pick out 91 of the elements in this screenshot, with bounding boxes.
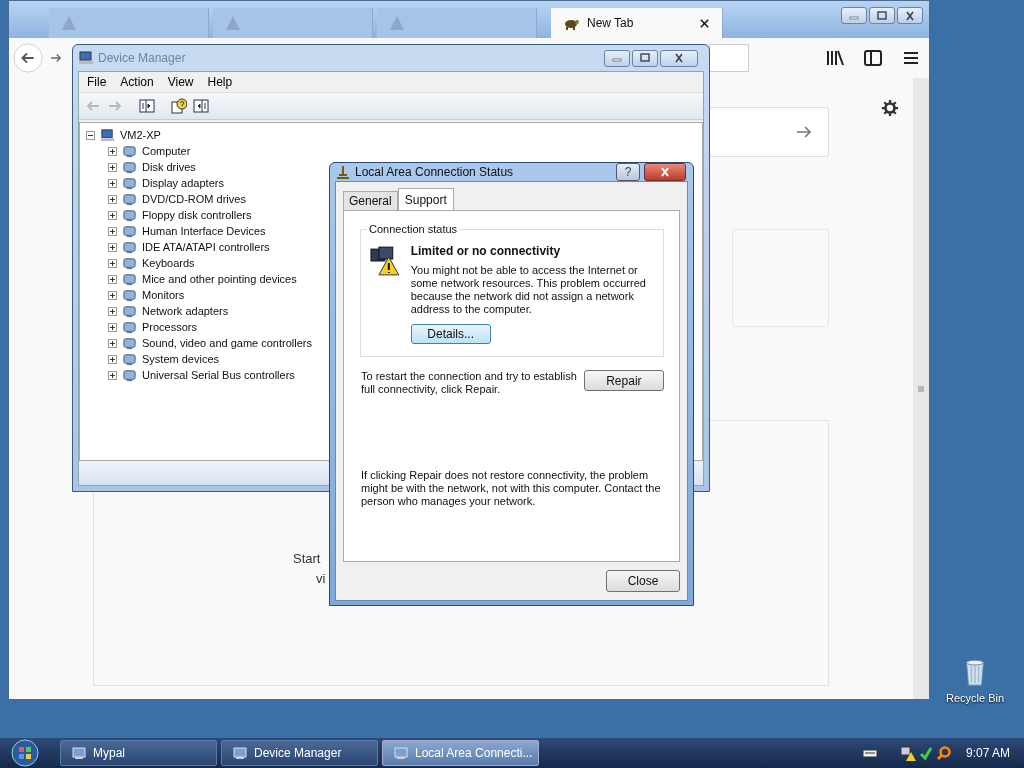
desktop-icon-label[interactable]: Recycle Bin: [945, 692, 1005, 704]
close-button[interactable]: [660, 49, 698, 67]
tree-item[interactable]: Display adapters: [142, 177, 224, 189]
scrollbar[interactable]: [913, 78, 929, 699]
console-tree-icon[interactable]: [139, 98, 155, 114]
start-button[interactable]: [10, 738, 40, 768]
close-icon: [659, 167, 671, 177]
warning-icon: [225, 15, 241, 31]
back-button[interactable]: [13, 43, 43, 73]
expander-icon[interactable]: [108, 290, 117, 300]
expander-icon[interactable]: [108, 370, 117, 380]
warning-icon: [61, 15, 77, 31]
tree-item[interactable]: System devices: [142, 353, 220, 365]
library-icon[interactable]: [825, 48, 845, 68]
window-title: Local Area Connection Status: [355, 165, 515, 179]
partial-text: Start: [293, 551, 321, 566]
expander-icon[interactable]: [108, 162, 117, 172]
address-field[interactable]: [709, 44, 749, 72]
tree-item[interactable]: Monitors: [142, 289, 185, 301]
maximize-button[interactable]: [632, 49, 658, 67]
status-title: Limited or no connectivity: [410, 244, 562, 258]
tree-item[interactable]: Floppy disk controllers: [142, 209, 252, 221]
app-icon: [232, 745, 248, 761]
minimize-button[interactable]: [841, 7, 867, 24]
expander-icon[interactable]: [108, 354, 117, 364]
tree-item[interactable]: Computer: [142, 145, 191, 157]
help-icon[interactable]: [171, 98, 187, 114]
expander-icon[interactable]: [108, 306, 117, 316]
close-button[interactable]: [897, 7, 923, 24]
maximize-icon: [876, 10, 888, 21]
action-pane-icon[interactable]: [193, 98, 209, 114]
close-button[interactable]: Close: [606, 570, 680, 592]
forward-button[interactable]: [49, 51, 63, 65]
tree-item[interactable]: Processors: [142, 321, 198, 333]
taskbar-button[interactable]: Mypal: [60, 740, 217, 766]
expander-icon[interactable]: [108, 338, 117, 348]
close-icon[interactable]: [699, 17, 710, 29]
tree-item[interactable]: DVD/CD-ROM drives: [142, 193, 246, 205]
search-icon[interactable]: [935, 745, 952, 761]
details-button[interactable]: Details...: [410, 324, 491, 344]
tab[interactable]: General: [343, 191, 398, 210]
expander-icon[interactable]: [108, 226, 117, 236]
menu-item[interactable]: View: [167, 75, 194, 89]
network-warning-icon: [369, 244, 401, 278]
computer-icon: [78, 50, 94, 66]
help-text: If clicking Repair does not restore connectivity, the problem might be with the network, not with this computer. Contact the person who manages your network.: [361, 469, 662, 508]
network-warning-icon[interactable]: [899, 745, 916, 761]
warning-icon: [389, 15, 405, 31]
settings-icon[interactable]: [881, 99, 899, 117]
menu-item[interactable]: Help: [207, 75, 233, 89]
maximize-icon: [639, 53, 651, 63]
status-text: You might not be able to access the Internet or some network resources. This problem occurred because the network did not assign a network address to the computer.: [410, 264, 647, 316]
expander-icon[interactable]: [108, 322, 117, 332]
repair-button[interactable]: Repair: [583, 370, 664, 391]
window-title: Device Manager: [98, 51, 186, 65]
expander-icon[interactable]: [108, 242, 117, 252]
taskbar-button[interactable]: Device Manager: [221, 740, 378, 766]
minimize-button[interactable]: [604, 49, 630, 67]
expander-icon[interactable]: [108, 194, 117, 204]
expander-icon[interactable]: [108, 146, 117, 156]
help-button[interactable]: ?: [616, 163, 640, 181]
expander-icon[interactable]: [108, 274, 117, 284]
group-label: Connection status: [367, 223, 460, 235]
tree-item[interactable]: VM2-XP: [120, 129, 161, 141]
tree-item[interactable]: Keyboards: [142, 257, 195, 269]
partial-text: vi: [316, 571, 326, 586]
tab-title: New Tab: [587, 16, 635, 30]
maximize-button[interactable]: [869, 7, 895, 24]
app-icon: [393, 745, 409, 761]
expander-icon[interactable]: [108, 210, 117, 220]
expander-icon[interactable]: [86, 130, 95, 140]
clock[interactable]: 9:07 AM: [965, 746, 1010, 760]
menu-item[interactable]: File: [87, 75, 107, 89]
tree-item[interactable]: Universal Serial Bus controllers: [142, 369, 295, 381]
close-icon: [673, 53, 685, 63]
tree-item[interactable]: IDE ATA/ATAPI controllers: [142, 241, 270, 253]
close-icon: [904, 10, 916, 21]
tree-item[interactable]: Sound, video and game controllers: [142, 337, 312, 349]
tree-item[interactable]: Disk drives: [142, 161, 196, 173]
computer-icon: [100, 127, 115, 143]
expander-icon[interactable]: [108, 258, 117, 268]
browser-tab[interactable]: New Tab: [551, 8, 723, 38]
tree-item[interactable]: Network adapters: [142, 305, 229, 317]
expander-icon[interactable]: [108, 178, 117, 188]
app-icon: [71, 745, 87, 761]
repair-text: To restart the connection and try to establish full connectivity, click Repair.: [361, 370, 578, 396]
tree-item[interactable]: Mice and other pointing devices: [142, 273, 297, 285]
menu-item[interactable]: Action: [120, 75, 154, 89]
sidebar-icon[interactable]: [863, 48, 883, 68]
close-button[interactable]: [644, 163, 686, 181]
tree-item[interactable]: Human Interface Devices: [142, 225, 266, 237]
